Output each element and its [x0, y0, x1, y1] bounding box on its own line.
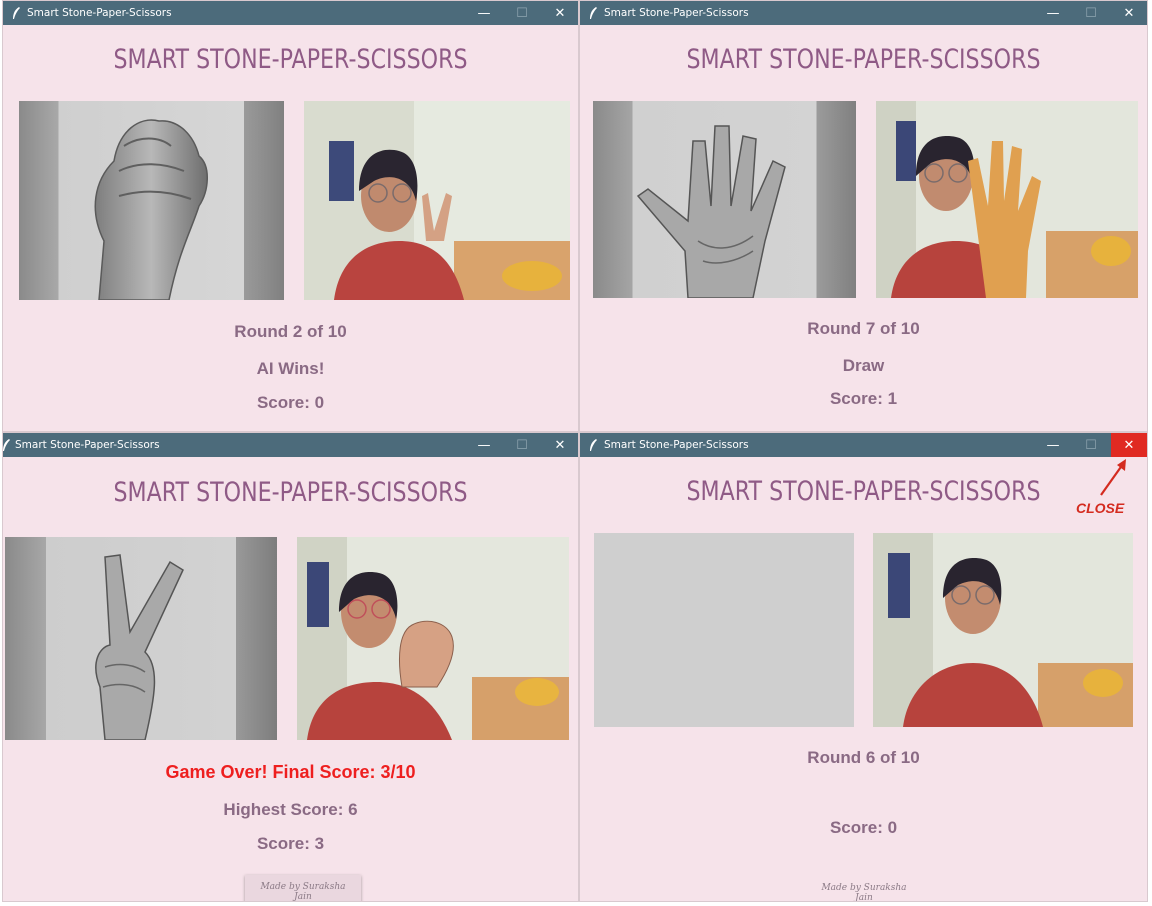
close-button[interactable]: ✕ — [542, 1, 578, 25]
result-text: Draw — [842, 356, 885, 375]
round-counter: Round 2 of 10 — [234, 322, 347, 341]
feather-icon — [13, 7, 20, 19]
maximize-button[interactable]: ☐ — [504, 433, 540, 457]
app-title: SMART STONE-PAPER-SCISSORS — [686, 476, 1041, 507]
close-button[interactable]: ✕ — [542, 433, 578, 457]
titlebar[interactable]: Smart Stone-Paper-Scissors — ☐ ✕ — [3, 1, 578, 25]
game-window-1: Smart Stone-Paper-Scissors — ☐ ✕ SMART S… — [2, 0, 579, 432]
game-window-2: Smart Stone-Paper-Scissors — ☐ ✕ SMART S… — [579, 0, 1148, 432]
titlebar[interactable]: Smart Stone-Paper-Scissors — ☐ ✕ — [580, 1, 1147, 25]
titlebar[interactable]: Smart Stone-Paper-Scissors — ☐ ✕ — [3, 433, 578, 457]
app-title: SMART STONE-PAPER-SCISSORS — [686, 44, 1041, 75]
window-title: Smart Stone-Paper-Scissors — [604, 7, 749, 19]
minimize-icon: — — [477, 437, 491, 453]
round-counter: Round 7 of 10 — [807, 319, 920, 338]
minimize-icon: — — [477, 5, 491, 21]
game-over-text: Game Over! Final Score: 3/10 — [165, 762, 416, 782]
feather-icon — [590, 7, 597, 19]
game-window-3: Smart Stone-Paper-Scissors — ☐ ✕ SMART S… — [2, 432, 579, 902]
app-title: SMART STONE-PAPER-SCISSORS — [113, 477, 468, 508]
feather-icon — [590, 439, 597, 451]
result-text: AI Wins! — [256, 359, 325, 378]
close-icon: ✕ — [1123, 5, 1135, 21]
close-annotation-label: CLOSE — [1076, 500, 1125, 516]
titlebar[interactable]: Smart Stone-Paper-Scissors — ☐ ✕ — [580, 433, 1147, 457]
feather-icon — [3, 439, 10, 451]
maximize-icon: ☐ — [516, 437, 528, 453]
ai-gesture-placeholder — [594, 533, 854, 727]
maximize-button[interactable]: ☐ — [1073, 433, 1109, 457]
minimize-button[interactable]: — — [1035, 433, 1071, 457]
maximize-icon: ☐ — [1085, 437, 1097, 453]
credit-label: Made by Suraksha Jain — [821, 883, 907, 902]
webcam-feed — [297, 537, 569, 740]
webcam-feed — [304, 101, 570, 300]
close-icon: ✕ — [1123, 437, 1135, 453]
close-button[interactable]: ✕ — [1111, 1, 1147, 25]
round-counter: Round 6 of 10 — [807, 748, 920, 767]
app-title: SMART STONE-PAPER-SCISSORS — [113, 44, 468, 75]
score-text: Score: 0 — [256, 393, 325, 412]
highest-score-text: Highest Score: 6 — [223, 800, 358, 819]
close-icon: ✕ — [554, 5, 566, 21]
credit-label: Made by Suraksha Jain — [245, 875, 361, 901]
close-icon: ✕ — [554, 437, 566, 453]
minimize-button[interactable]: — — [466, 1, 502, 25]
ai-gesture-image — [5, 537, 277, 740]
maximize-button[interactable]: ☐ — [504, 1, 540, 25]
webcam-feed — [876, 101, 1138, 298]
minimize-button[interactable]: — — [466, 433, 502, 457]
annotation-arrow — [1100, 459, 1126, 496]
score-text: Score: 0 — [829, 818, 898, 837]
window-title: Smart Stone-Paper-Scissors — [604, 439, 749, 451]
maximize-icon: ☐ — [1085, 5, 1097, 21]
score-text: Score: 3 — [256, 834, 325, 853]
window-title: Smart Stone-Paper-Scissors — [15, 439, 160, 451]
close-button[interactable]: ✕ — [1111, 433, 1147, 457]
score-text: Score: 1 — [829, 389, 898, 408]
maximize-button[interactable]: ☐ — [1073, 1, 1109, 25]
game-window-4: Smart Stone-Paper-Scissors — ☐ ✕ SMART S… — [579, 432, 1148, 902]
minimize-icon: — — [1046, 437, 1060, 453]
ai-gesture-image — [593, 101, 856, 298]
ai-gesture-image — [19, 101, 284, 300]
minimize-button[interactable]: — — [1035, 1, 1071, 25]
window-title: Smart Stone-Paper-Scissors — [27, 7, 172, 19]
webcam-feed — [873, 533, 1133, 727]
minimize-icon: — — [1046, 5, 1060, 21]
maximize-icon: ☐ — [516, 5, 528, 21]
